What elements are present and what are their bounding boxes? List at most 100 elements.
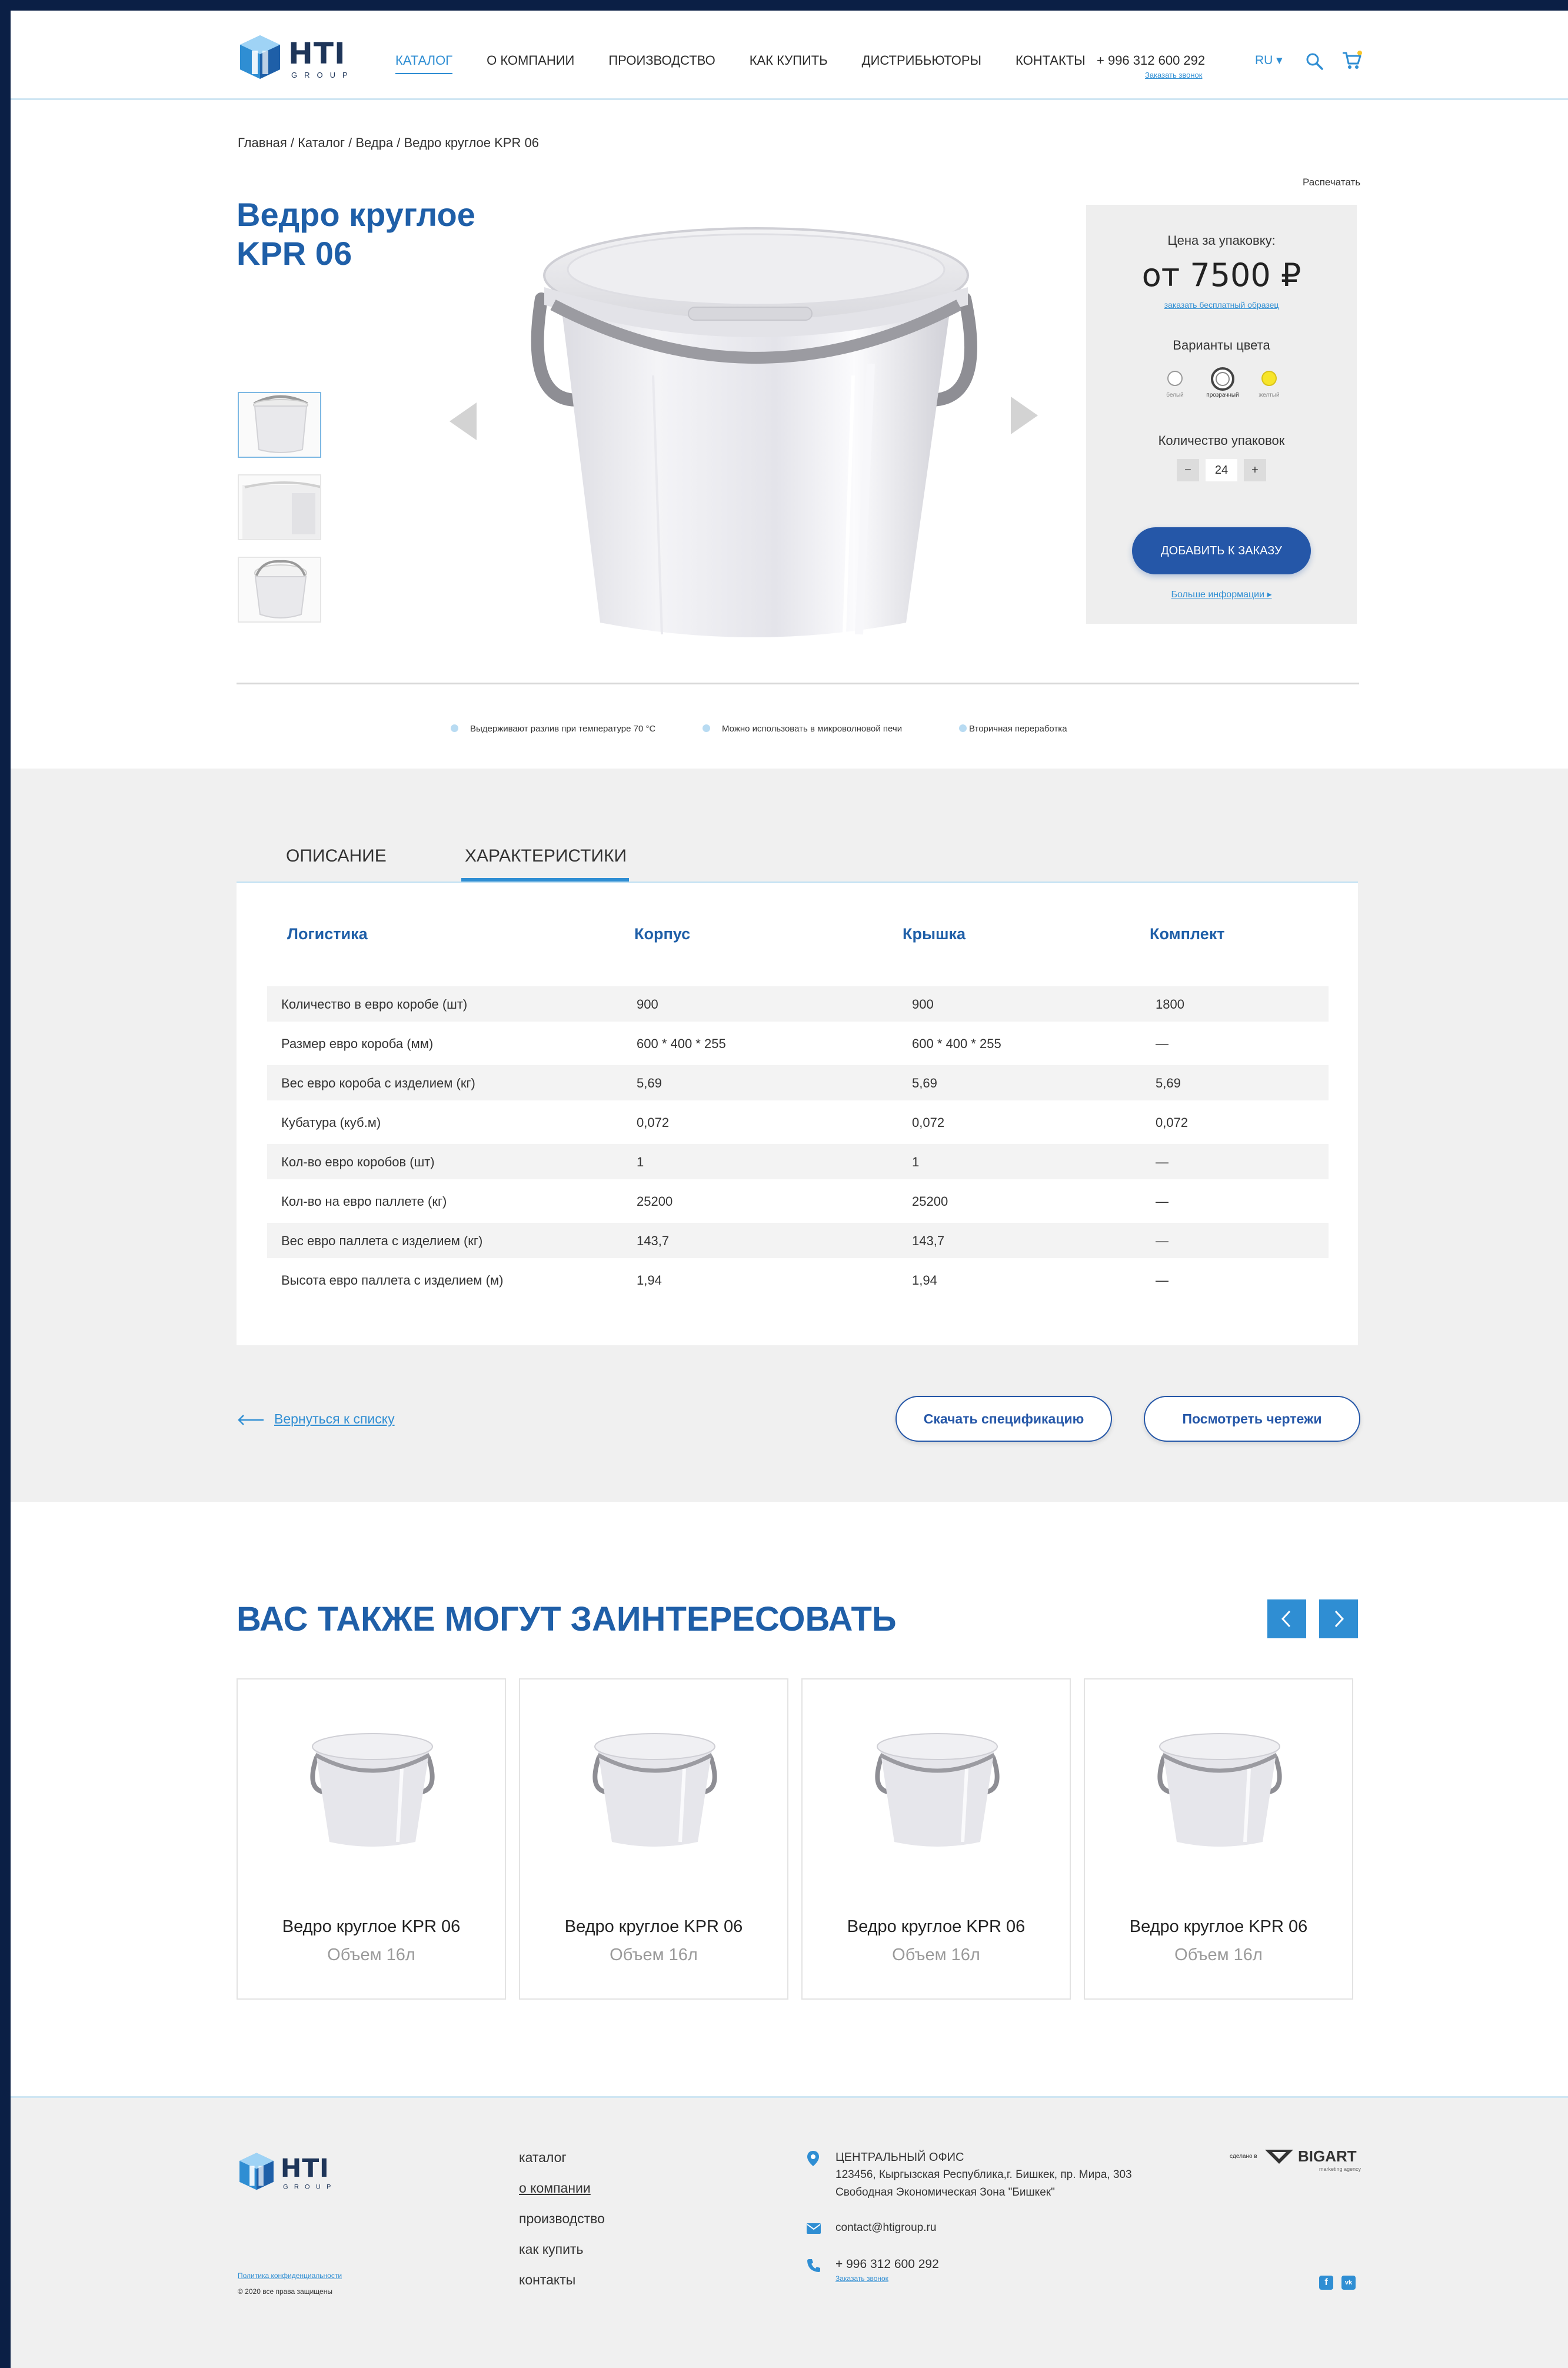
quantity-plus-button[interactable]: +	[1244, 459, 1266, 481]
breadcrumb[interactable]: Главная / Каталог / Ведра / Ведро кругло…	[238, 135, 539, 151]
spec-table: Логистика Корпус Крышка Комплект Количес…	[237, 883, 1358, 1345]
table-row: Вес евро паллета с изделием (кг) 143,7 1…	[267, 1223, 1329, 1258]
gallery-next-arrow-icon[interactable]	[1011, 397, 1038, 434]
related-prev-button[interactable]	[1267, 1599, 1306, 1638]
logo-text: HTI	[288, 36, 346, 71]
footer-link-catalog[interactable]: каталог	[519, 2150, 567, 2166]
related-product-volume: Объем 16л	[327, 1945, 415, 1964]
color-variants-label: Варианты цвета	[1173, 338, 1270, 352]
site-footer: HTI GROUP Политика конфиденциальности © …	[11, 2096, 1568, 2368]
email-icon	[807, 2223, 821, 2234]
feature-heat: Выдерживают разлив при температуре 70 °С	[451, 724, 655, 734]
footer-link-how-to-buy[interactable]: как купить	[519, 2241, 583, 2257]
divider	[237, 683, 1359, 684]
product-title: Ведро круглое KPR 06	[237, 196, 475, 272]
nav-contacts[interactable]: КОНТАКТЫ	[1016, 53, 1086, 74]
quantity-input[interactable]: 24	[1206, 459, 1237, 481]
table-row: Вес евро короба с изделием (кг) 5,69 5,6…	[267, 1065, 1329, 1100]
price-label: Цена за упаковку:	[1167, 233, 1276, 248]
price-value: от 7500 ₽	[1141, 257, 1301, 294]
related-product-card[interactable]: Ведро круглое KPR 06 Объем 16л	[801, 1678, 1071, 2000]
logo-subtext: GROUP	[283, 2183, 337, 2191]
footer-link-contacts[interactable]: контакты	[519, 2272, 575, 2288]
dev-brand[interactable]: BIGART	[1298, 2147, 1357, 2165]
bigart-logo-icon	[1265, 2150, 1293, 2164]
footer-link-about[interactable]: о компании	[519, 2180, 591, 2196]
bullet-icon	[451, 724, 458, 732]
spec-header-body: Корпус	[634, 925, 691, 943]
spec-header-logistics: Логистика	[287, 925, 368, 943]
bucket-thumb-icon	[253, 395, 308, 453]
thumbnail-1[interactable]	[238, 392, 321, 458]
related-next-button[interactable]	[1319, 1599, 1358, 1638]
site-header: HTI GROUP КАТАЛОГ О КОМПАНИИ ПРОИЗВОДСТВ…	[11, 11, 1568, 100]
spec-header-lid: Крышка	[903, 925, 966, 943]
main-nav: КАТАЛОГ О КОМПАНИИ ПРОИЗВОДСТВО КАК КУПИ…	[395, 53, 1120, 74]
download-spec-button[interactable]: Скачать спецификацию	[895, 1396, 1112, 1442]
facebook-icon[interactable]: f	[1319, 2276, 1333, 2290]
table-row: Высота евро паллета с изделием (м) 1,94 …	[281, 1273, 1168, 1288]
table-row: Кол-во евро коробов (шт) 1 1 —	[267, 1144, 1329, 1179]
dev-label: сделано в	[1230, 2153, 1257, 2160]
back-to-list-link[interactable]: Вернуться к списку	[274, 1411, 395, 1427]
thumbnail-3[interactable]	[238, 557, 321, 623]
print-link[interactable]: Распечатать	[1303, 177, 1360, 188]
cart-icon[interactable]	[1341, 51, 1363, 71]
bucket-image	[1157, 1733, 1282, 1847]
privacy-link[interactable]: Политика конфиденциальности	[238, 2271, 342, 2280]
logo-text: HTI	[280, 2154, 329, 2183]
more-info-link[interactable]: Больше информации ▸	[1086, 588, 1357, 600]
header-phone[interactable]: + 996 312 600 292	[1097, 53, 1205, 68]
related-product-name: Ведро круглое KPR 06	[282, 1917, 461, 1936]
office-address-line1: 123456, Кыргызская Республика,г. Бишкек,…	[835, 2169, 1132, 2181]
nav-how-to-buy[interactable]: КАК КУПИТЬ	[750, 53, 828, 74]
quantity-label: Количество упаковок	[1158, 433, 1285, 448]
related-product-card[interactable]: Ведро круглое KPR 06 Объем 16л	[519, 1678, 788, 2000]
tab-characteristics[interactable]: Характеристики	[461, 846, 630, 882]
callback-link[interactable]: Заказать звонок	[1145, 71, 1202, 79]
language-selector[interactable]: RU ▾	[1255, 53, 1283, 68]
nav-about[interactable]: О КОМПАНИИ	[487, 53, 574, 74]
table-row: Кол-во на евро паллете (кг) 25200 25200 …	[281, 1194, 1168, 1209]
footer-email[interactable]: contact@htigroup.ru	[835, 2219, 936, 2237]
chevron-left-icon	[1281, 1610, 1291, 1628]
table-row: Размер евро короба (мм) 600 * 400 * 255 …	[281, 1036, 1168, 1051]
search-icon[interactable]	[1305, 52, 1324, 71]
color-swatch-yellow[interactable]	[1261, 371, 1277, 386]
free-sample-link[interactable]: заказать бесплатный образец	[1086, 300, 1357, 310]
nav-distributors[interactable]: ДИСТРИБЬЮТОРЫ	[862, 53, 981, 74]
related-product-volume: Объем 16л	[1174, 1945, 1263, 1964]
related-product-card[interactable]: Ведро круглое KPR 06 Объем 16л	[1084, 1678, 1353, 2000]
color-swatch-transparent[interactable]	[1211, 367, 1234, 391]
bucket-image	[592, 1733, 717, 1847]
bucket-image	[310, 1733, 435, 1847]
bucket-image	[875, 1733, 1000, 1847]
thumbnail-2[interactable]	[238, 474, 321, 540]
related-product-name: Ведро круглое KPR 06	[1129, 1917, 1308, 1936]
related-product-name: Ведро круглое KPR 06	[564, 1917, 743, 1936]
view-drawings-button[interactable]: Посмотреть чертежи	[1144, 1396, 1360, 1442]
nav-production[interactable]: ПРОИЗВОДСТВО	[608, 53, 715, 74]
logo[interactable]: HTI GROUP	[237, 33, 348, 80]
color-swatch-white[interactable]	[1167, 371, 1183, 386]
chevron-right-icon	[1334, 1610, 1344, 1628]
logo-subtext: GROUP	[291, 71, 355, 79]
vk-icon[interactable]: vk	[1341, 2276, 1356, 2290]
nav-catalog[interactable]: КАТАЛОГ	[395, 53, 453, 74]
quantity-minus-button[interactable]: −	[1177, 459, 1199, 481]
arrow-left-icon[interactable]	[237, 1414, 265, 1426]
gallery-prev-arrow-icon[interactable]	[450, 403, 477, 440]
table-row: Количество в евро коробе (шт) 900 900 18…	[267, 986, 1329, 1022]
footer-callback-link[interactable]: Заказать звонок	[835, 2274, 888, 2283]
color-label-white: белый	[1166, 392, 1184, 398]
related-product-card[interactable]: Ведро круглое KPR 06 Объем 16л	[237, 1678, 506, 2000]
logo-cube-icon	[239, 2153, 274, 2190]
add-to-order-button[interactable]: Добавить к заказу	[1132, 527, 1311, 574]
footer-logo[interactable]: HTI GROUP	[237, 2151, 332, 2191]
office-title: ЦЕНТРАЛЬНЫЙ ОФИС	[835, 2151, 964, 2164]
footer-phone[interactable]: + 996 312 600 292	[835, 2256, 939, 2273]
bucket-thumb-icon	[254, 560, 307, 618]
tab-description[interactable]: Описание	[286, 846, 387, 878]
footer-link-production[interactable]: производство	[519, 2211, 605, 2227]
color-label-yellow: желтый	[1259, 392, 1280, 398]
